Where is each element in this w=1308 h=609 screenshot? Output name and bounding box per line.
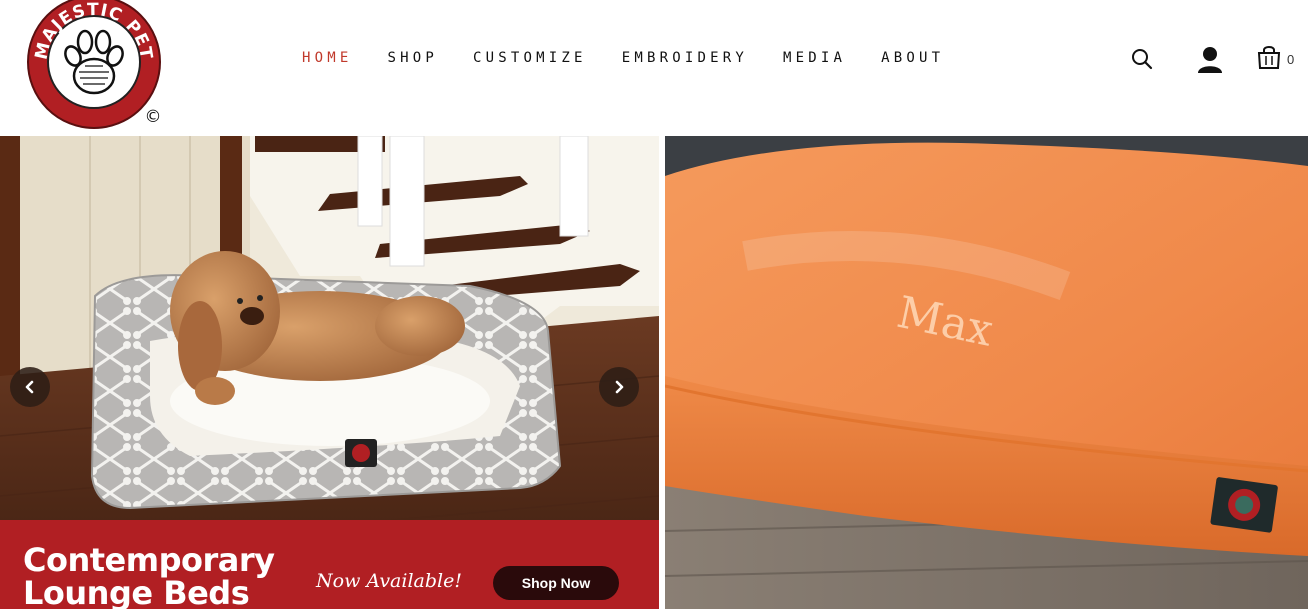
slide-prev-button[interactable]	[10, 367, 50, 407]
nav-customize[interactable]: CUSTOMIZE	[473, 48, 587, 68]
nav-media[interactable]: MEDIA	[783, 48, 846, 68]
nav-about[interactable]: ABOUT	[881, 48, 944, 68]
slide-lounge-beds: Contemporary Lounge Beds Now Available! …	[0, 136, 659, 609]
majestic-pet-logo[interactable]: MAJESTIC PET EST.1994 ©	[25, 0, 165, 129]
nav-home[interactable]: HOME	[302, 48, 353, 68]
search-icon[interactable]	[1131, 48, 1153, 74]
site-header: MAJESTIC PET EST.1994 © HOME SHOP CUSTOM…	[0, 0, 1308, 136]
orange-pet-pillow-image: Max	[665, 136, 1308, 609]
shop-now-button[interactable]: Shop Now	[493, 566, 619, 600]
chevron-left-icon	[25, 380, 34, 394]
slide-embroidered-pillow: Max	[665, 136, 1308, 609]
user-icon[interactable]	[1197, 46, 1223, 77]
banner-subtitle: Now Available!	[316, 570, 462, 592]
nav-shop[interactable]: SHOP	[388, 48, 439, 68]
banner-title: Contemporary Lounge Beds	[23, 541, 275, 609]
copyright-mark: ©	[145, 107, 162, 127]
promo-banner: Contemporary Lounge Beds Now Available! …	[0, 520, 659, 609]
cart-count: 0	[1287, 52, 1295, 67]
nav-embroidery[interactable]: EMBROIDERY	[622, 48, 748, 68]
shopping-bag-icon[interactable]	[1257, 45, 1281, 74]
slide-next-button[interactable]	[599, 367, 639, 407]
main-nav: HOME SHOP CUSTOMIZE EMBROIDERY MEDIA ABO…	[302, 48, 979, 68]
chevron-right-icon	[615, 380, 624, 394]
